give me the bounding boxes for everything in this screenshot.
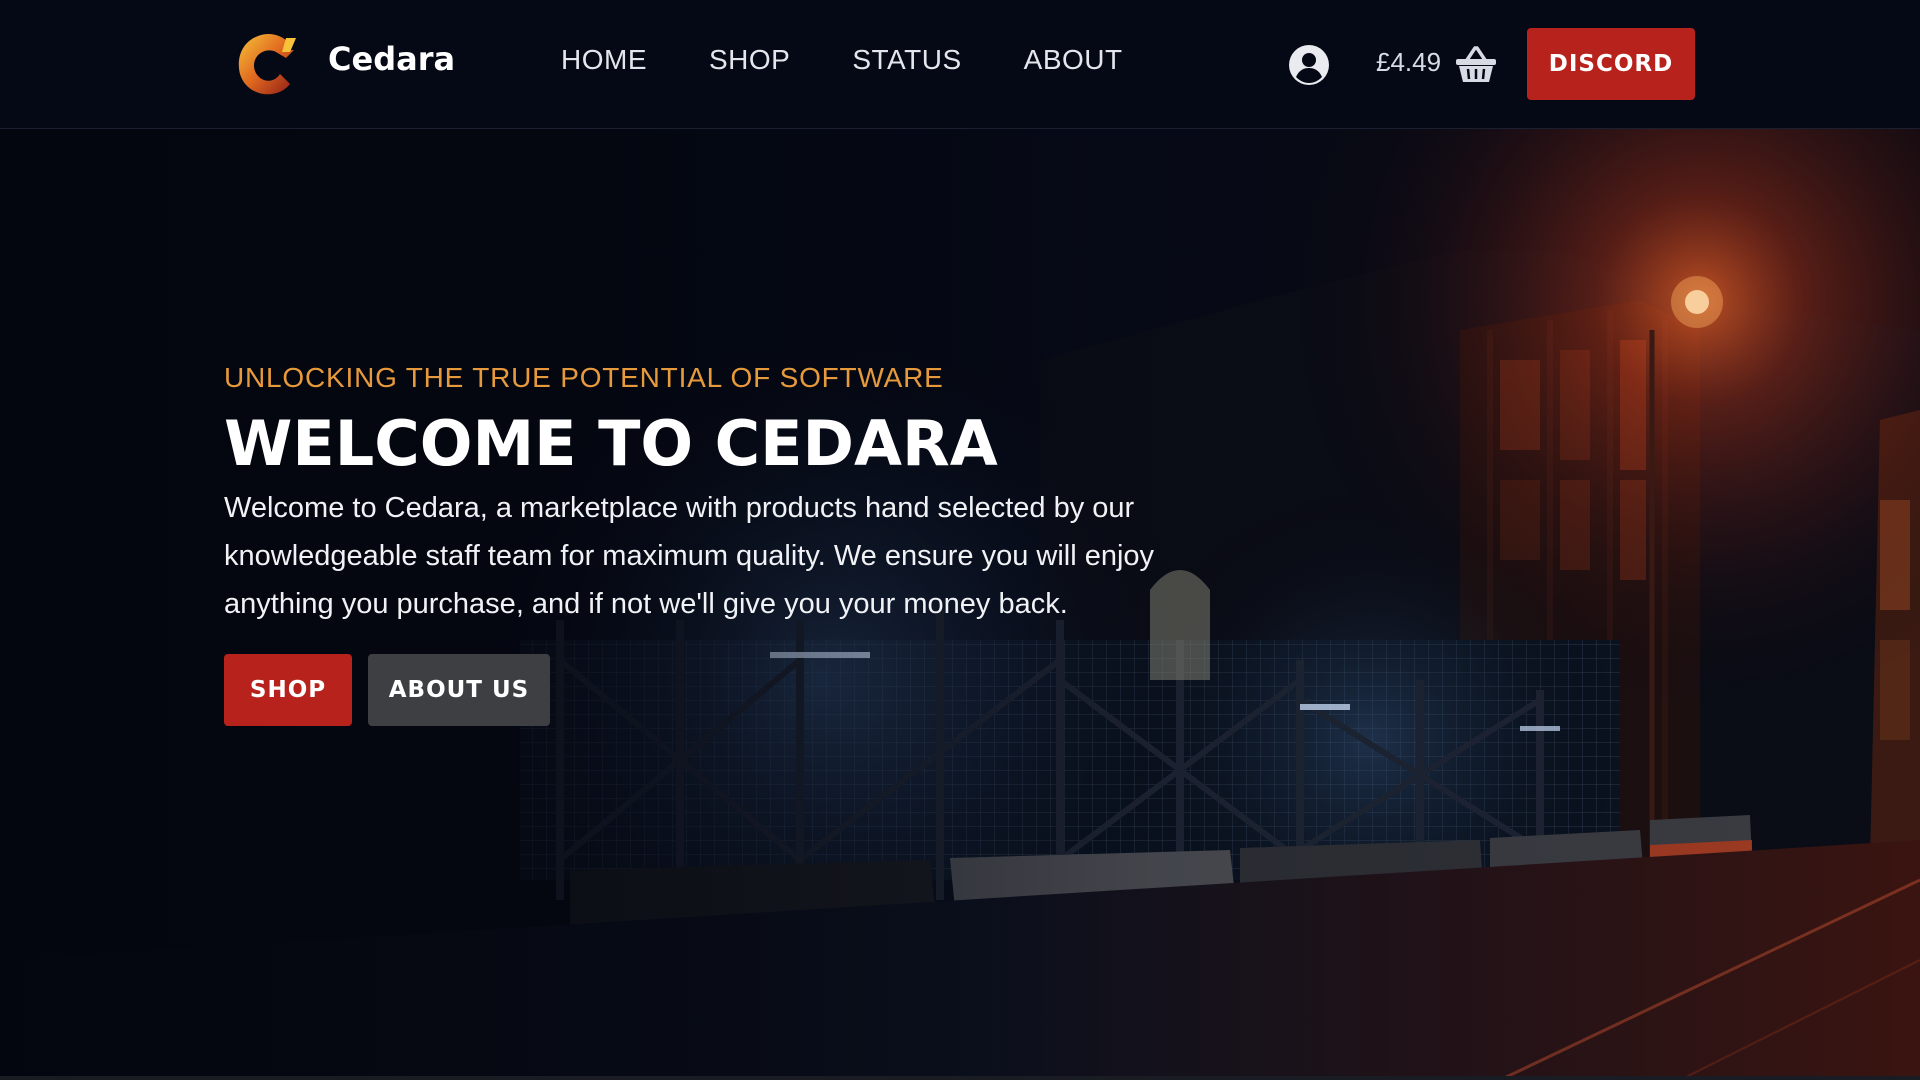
- hero-title: WELCOME TO CEDARA: [224, 407, 998, 480]
- hero-actions: SHOP ABOUT US: [224, 654, 1224, 726]
- hero-section: UNLOCKING THE TRUE POTENTIAL OF SOFTWARE…: [224, 358, 1224, 726]
- page: Cedara HOME SHOP STATUS ABOUT £4.49 DISC…: [0, 0, 1920, 1080]
- main-nav: HOME SHOP STATUS ABOUT: [561, 44, 1185, 76]
- page-bottom-divider: [0, 1076, 1920, 1080]
- basket-icon[interactable]: [1455, 44, 1497, 84]
- site-header: Cedara HOME SHOP STATUS ABOUT £4.49 DISC…: [0, 0, 1920, 129]
- brand-name[interactable]: Cedara: [328, 40, 455, 78]
- cart-total[interactable]: £4.49: [1376, 47, 1441, 78]
- hero-tagline: UNLOCKING THE TRUE POTENTIAL OF SOFTWARE: [224, 362, 944, 393]
- shop-button[interactable]: SHOP: [224, 654, 352, 726]
- hero-description: Welcome to Cedara, a marketplace with pr…: [224, 492, 1155, 620]
- about-us-button[interactable]: ABOUT US: [368, 654, 550, 726]
- nav-status[interactable]: STATUS: [852, 44, 961, 76]
- nav-home[interactable]: HOME: [561, 44, 647, 76]
- cedara-logo-icon[interactable]: [228, 28, 300, 100]
- user-circle-icon[interactable]: [1288, 44, 1330, 86]
- discord-button[interactable]: DISCORD: [1527, 28, 1695, 100]
- nav-shop[interactable]: SHOP: [709, 44, 790, 76]
- nav-about[interactable]: ABOUT: [1024, 44, 1123, 76]
